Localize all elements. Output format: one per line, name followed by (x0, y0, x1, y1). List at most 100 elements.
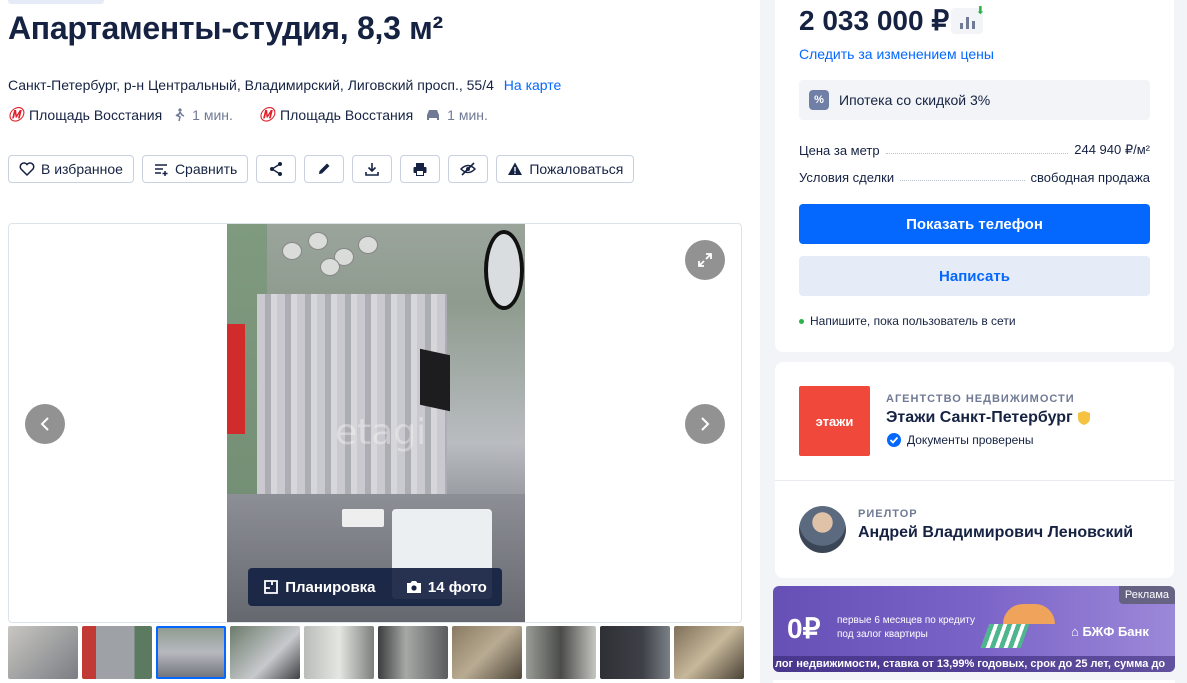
plan-button[interactable]: Планировка (263, 578, 376, 596)
compare-button[interactable]: Сравнить (141, 155, 249, 183)
online-dot-icon (799, 318, 804, 324)
deal-value: свободная продажа (1030, 170, 1150, 185)
price-per-meter-label: Цена за метр (799, 143, 880, 158)
thumbnail[interactable] (156, 626, 226, 679)
online-note: Напишите, пока пользователь в сети (810, 314, 1016, 328)
thumbnail[interactable] (452, 626, 522, 679)
shield-icon (1077, 411, 1090, 425)
agency-type-label: АГЕНТСТВО НЕДВИЖИМОСТИ (886, 393, 1075, 405)
deal-terms-row: Условия сделки свободная продажа (799, 170, 1150, 185)
bank-mark-icon: ⌂ (1071, 624, 1079, 639)
metro-station: Площадь Восстания (280, 106, 414, 123)
metro-item[interactable]: Ⓜ Площадь Восстания 1 мин. (8, 104, 233, 125)
map-link[interactable]: На карте (504, 77, 562, 93)
metro-icon: Ⓜ (259, 107, 275, 124)
photos-count-button[interactable]: 14 фото (406, 579, 487, 596)
metro-time-text: 1 мин. (447, 106, 488, 123)
metro-station: Площадь Восстания (29, 106, 163, 123)
top-tab-indicator (8, 0, 104, 4)
next-photo-button[interactable] (685, 404, 725, 444)
beach-chair-illustration (980, 624, 1030, 648)
docs-label: Документы проверены (907, 433, 1034, 447)
main-photo[interactable]: etagi (227, 224, 525, 622)
metro-time-text: 1 мин. (192, 106, 233, 123)
photo-gallery[interactable]: etagi Планировка 14 фото (8, 223, 742, 623)
camera-icon (406, 581, 421, 593)
photo-bar: Планировка 14 фото (248, 568, 502, 606)
mortgage-label: Ипотека со скидкой 3% (839, 92, 991, 108)
docs-verified: Документы проверены (886, 432, 1091, 448)
thumbnail[interactable] (526, 626, 596, 679)
prev-photo-button[interactable] (25, 404, 65, 444)
print-button[interactable] (400, 155, 441, 183)
listing-main: Апартаменты-студия, 8,3 м² Санкт-Петербу… (0, 0, 760, 683)
agency-info: АГЕНТСТВО НЕДВИЖИМОСТИ Этажи Санкт-Петер… (886, 393, 1091, 448)
address-text: Санкт-Петербург, р-н Центральный, Владим… (8, 77, 494, 93)
eye-off-icon (460, 162, 477, 176)
share-icon (270, 162, 283, 176)
price-card: 2 033 000 ₽ ⬇ Следить за изменением цены… (775, 0, 1174, 352)
thumbnail[interactable] (674, 626, 744, 679)
download-icon (365, 163, 380, 176)
ad-banner[interactable]: Реклама 0₽ первые 6 месяцев по кредиту п… (773, 586, 1175, 672)
metro-time: 1 мин. (174, 107, 233, 123)
online-status: Напишите, пока пользователь в сети (799, 314, 1016, 328)
plan-label: Планировка (285, 578, 376, 596)
show-phone-button[interactable]: Показать телефон (799, 204, 1150, 244)
warning-icon (508, 162, 523, 175)
edit-button[interactable] (304, 155, 345, 183)
address-line: Санкт-Петербург, р-н Центральный, Владим… (8, 77, 561, 93)
metro-item[interactable]: Ⓜ Площадь Восстания 1 мин. (259, 104, 488, 125)
metro-icon: Ⓜ (8, 107, 24, 124)
listing-title: Апартаменты-студия, 8,3 м² (8, 10, 443, 46)
compare-label: Сравнить (174, 161, 238, 177)
compare-icon (154, 164, 168, 176)
action-toolbar: В избранное Сравнить Пожаловаться (8, 155, 635, 183)
agency-logo-text: этажи (815, 413, 854, 429)
complain-button[interactable]: Пожаловаться (496, 155, 635, 183)
bank-logo: ⌂ БЖФ Банк (1071, 624, 1149, 639)
realtor-name[interactable]: Андрей Владимирович Леновский (858, 524, 1133, 542)
agency-name[interactable]: Этажи Санкт-Петербург (886, 409, 1073, 427)
ad-text: первые 6 месяцев по кредиту под залог кв… (837, 615, 975, 640)
avatar[interactable] (799, 506, 846, 553)
price: 2 033 000 ₽ (799, 5, 950, 36)
hide-button[interactable] (448, 155, 489, 183)
price-per-meter-value: 244 940 ₽/м² (1074, 142, 1150, 157)
ad-headline: 0₽ (787, 613, 821, 644)
favorite-button[interactable]: В избранное (8, 155, 134, 183)
thumbnail[interactable] (8, 626, 78, 679)
watermark: etagi (335, 412, 427, 453)
chevron-left-icon (40, 417, 49, 431)
complain-label: Пожаловаться (529, 161, 624, 177)
download-button[interactable] (352, 155, 393, 183)
arrow-down-icon: ⬇ (975, 5, 985, 17)
agency-logo[interactable]: этажи (799, 386, 870, 456)
write-message-button[interactable]: Написать (799, 256, 1150, 296)
deal-label: Условия сделки (799, 170, 895, 185)
thumbnail[interactable] (82, 626, 152, 679)
realtor-info: РИЕЛТОР Андрей Владимирович Леновский (858, 508, 1133, 542)
expand-icon (698, 253, 712, 267)
car-icon (427, 109, 440, 120)
walk-icon (175, 107, 185, 121)
chevron-right-icon (701, 417, 710, 431)
price-chart-button[interactable]: ⬇ (951, 5, 985, 34)
follow-price-link[interactable]: Следить за изменением цены (799, 46, 994, 62)
thumbnail[interactable] (230, 626, 300, 679)
verified-badge-icon (887, 433, 901, 447)
ad-disclaimer: лог недвижимости, ставка от 13,99% годов… (773, 656, 1175, 672)
pencil-icon (319, 163, 330, 174)
photos-label: 14 фото (427, 578, 487, 596)
thumbnail[interactable] (304, 626, 374, 679)
agency-name-row[interactable]: Этажи Санкт-Петербург (886, 409, 1091, 427)
thumbnail[interactable] (600, 626, 670, 679)
umbrella-illustration (1003, 604, 1055, 624)
metro-time: 1 мин. (425, 107, 488, 123)
thumbnail[interactable] (378, 626, 448, 679)
mortgage-banner[interactable]: % Ипотека со скидкой 3% (799, 80, 1150, 120)
agency-card: этажи АГЕНТСТВО НЕДВИЖИМОСТИ Этажи Санкт… (775, 362, 1174, 578)
share-button[interactable] (256, 155, 297, 183)
fullscreen-button[interactable] (685, 240, 725, 280)
thumbnail-strip (8, 626, 744, 679)
